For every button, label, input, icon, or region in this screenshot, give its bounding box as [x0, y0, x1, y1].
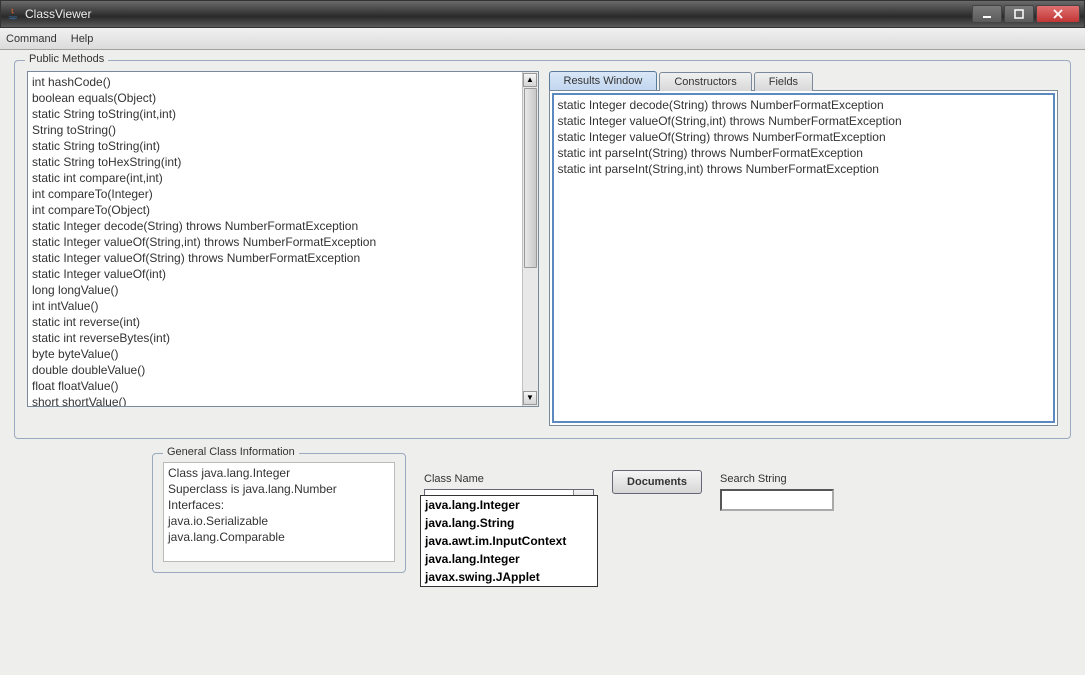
tab-strip: Results Window Constructors Fields [549, 71, 1059, 90]
list-item[interactable]: static Integer valueOf(String) throws Nu… [32, 250, 518, 266]
list-item[interactable]: static String toString(int) [32, 138, 518, 154]
close-button[interactable] [1036, 5, 1080, 23]
class-name-dropdown[interactable]: java.lang.Integerjava.lang.Stringjava.aw… [420, 495, 598, 587]
results-list[interactable]: static Integer decode(String) throws Num… [552, 93, 1056, 423]
list-item[interactable]: static int compare(int,int) [32, 170, 518, 186]
search-group: Search String [720, 453, 834, 511]
search-string-label: Search String [720, 473, 834, 485]
list-item[interactable]: static String toString(int,int) [32, 106, 518, 122]
search-string-input[interactable] [720, 489, 834, 511]
list-item[interactable]: int compareTo(Integer) [32, 186, 518, 202]
public-methods-legend: Public Methods [25, 53, 108, 65]
list-item[interactable]: static int parseInt(String,int) throws N… [558, 161, 1050, 177]
dropdown-option[interactable]: java.lang.Integer [421, 496, 597, 514]
documents-button[interactable]: Documents [612, 470, 702, 494]
scroll-down-icon[interactable]: ▼ [523, 391, 537, 405]
gci-legend: General Class Information [163, 446, 299, 458]
list-item[interactable]: static Integer valueOf(String) throws Nu… [558, 129, 1050, 145]
gci-textbox[interactable]: Class java.lang.IntegerSuperclass is jav… [163, 462, 395, 562]
menu-command[interactable]: Command [6, 33, 57, 45]
class-name-label: Class Name [424, 473, 594, 485]
list-item[interactable]: static Integer decode(String) throws Num… [558, 97, 1050, 113]
window-controls [972, 5, 1080, 23]
list-item[interactable]: short shortValue() [32, 394, 518, 406]
dropdown-option[interactable]: java.lang.Integer [421, 550, 597, 568]
public-methods-list[interactable]: int hashCode()boolean equals(Object)stat… [27, 71, 539, 407]
list-item[interactable]: int compareTo(Object) [32, 202, 518, 218]
content-area: Public Methods int hashCode()boolean equ… [0, 50, 1085, 675]
list-item[interactable]: static int parseInt(String) throws Numbe… [558, 145, 1050, 161]
list-item[interactable]: float floatValue() [32, 378, 518, 394]
scrollbar[interactable]: ▲ ▼ [522, 72, 538, 406]
maximize-button[interactable] [1004, 5, 1034, 23]
list-item[interactable]: int hashCode() [32, 74, 518, 90]
list-item[interactable]: static Integer valueOf(int) [32, 266, 518, 282]
menu-help[interactable]: Help [71, 33, 94, 45]
gci-line: Interfaces: [168, 497, 390, 513]
java-icon [5, 6, 21, 22]
tab-fields[interactable]: Fields [754, 72, 813, 91]
tab-content: static Integer decode(String) throws Num… [549, 90, 1059, 426]
scroll-up-icon[interactable]: ▲ [523, 73, 537, 87]
dropdown-option[interactable]: java.awt.im.InputContext [421, 532, 597, 550]
list-item[interactable]: String toString() [32, 122, 518, 138]
list-item[interactable]: static Integer valueOf(String,int) throw… [558, 113, 1050, 129]
window-titlebar: ClassViewer [0, 0, 1085, 28]
gci-line: Class java.lang.Integer [168, 465, 390, 481]
list-item[interactable]: int intValue() [32, 298, 518, 314]
list-item[interactable]: static Integer valueOf(String,int) throw… [32, 234, 518, 250]
general-class-information-fieldset: General Class Information Class java.lan… [152, 453, 406, 573]
dropdown-option[interactable]: javax.swing.JApplet [421, 568, 597, 586]
list-item[interactable]: boolean equals(Object) [32, 90, 518, 106]
public-methods-fieldset: Public Methods int hashCode()boolean equ… [14, 60, 1071, 439]
gci-line: java.io.Serializable [168, 513, 390, 529]
window-title: ClassViewer [25, 7, 972, 21]
gci-line: Superclass is java.lang.Number [168, 481, 390, 497]
list-item[interactable]: byte byteValue() [32, 346, 518, 362]
list-item[interactable]: long longValue() [32, 282, 518, 298]
list-item[interactable]: double doubleValue() [32, 362, 518, 378]
scrollbar-thumb[interactable] [524, 88, 537, 268]
class-name-group: Class Name Integer java.lang.Integerjava… [424, 453, 594, 511]
tab-results-window[interactable]: Results Window [549, 71, 658, 90]
menubar: Command Help [0, 28, 1085, 50]
list-item[interactable]: static int reverse(int) [32, 314, 518, 330]
minimize-button[interactable] [972, 5, 1002, 23]
tab-constructors[interactable]: Constructors [659, 72, 751, 91]
dropdown-option[interactable]: java.lang.String [421, 514, 597, 532]
list-item[interactable]: static String toHexString(int) [32, 154, 518, 170]
list-item[interactable]: static int reverseBytes(int) [32, 330, 518, 346]
gci-line: java.lang.Comparable [168, 529, 390, 545]
list-item[interactable]: static Integer decode(String) throws Num… [32, 218, 518, 234]
